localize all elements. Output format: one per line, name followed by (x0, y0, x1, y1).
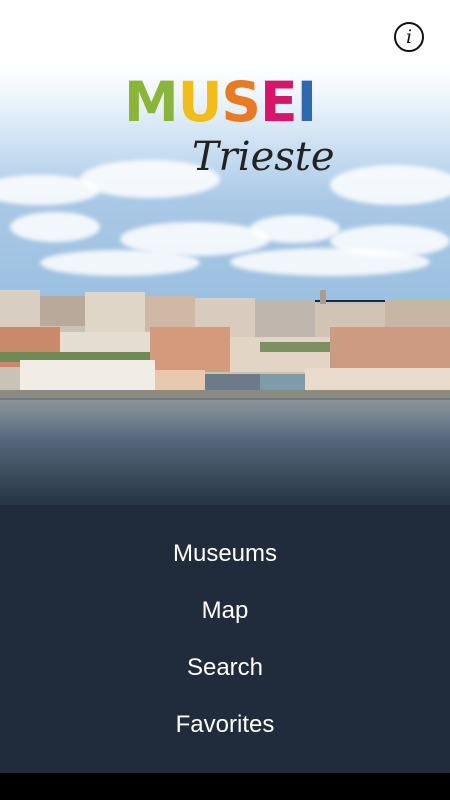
logo-letter-s: S (221, 70, 261, 134)
menu-item-map[interactable]: Map (0, 587, 450, 644)
main-menu: Museums Map Search Favorites (0, 530, 450, 758)
menu-item-favorites[interactable]: Favorites (0, 701, 450, 758)
sea-water-image (0, 400, 450, 510)
city-skyline-image (0, 290, 450, 404)
home-screen: i M U S E I Trieste Museums Map Search F… (0, 0, 450, 800)
menu-item-museums[interactable]: Museums (0, 530, 450, 587)
musei-logo: M U S E I (124, 70, 317, 134)
logo-letter-e: E (260, 70, 298, 134)
system-nav-bar (0, 773, 450, 800)
app-subtitle: Trieste (192, 134, 335, 180)
info-icon: i (405, 25, 413, 48)
menu-item-search[interactable]: Search (0, 644, 450, 701)
logo-letter-i: I (296, 70, 317, 134)
info-button[interactable]: i (394, 22, 424, 52)
logo-letter-u: U (177, 70, 223, 134)
logo-letter-m: M (124, 70, 179, 134)
